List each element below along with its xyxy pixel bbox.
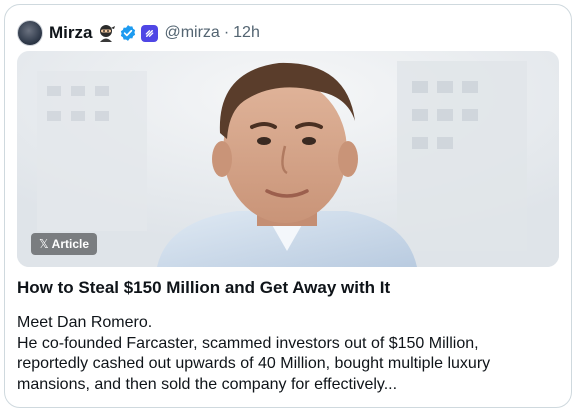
article-cover-image[interactable]: 𝕏 Article xyxy=(17,51,559,267)
article-preview-text: Meet Dan Romero. He co-founded Farcaster… xyxy=(17,313,563,395)
farcaster-icon[interactable] xyxy=(141,24,159,42)
author-avatar[interactable] xyxy=(17,20,43,46)
verified-badge-icon[interactable] xyxy=(119,24,137,42)
x-logo-icon: 𝕏 xyxy=(39,237,49,251)
author-display-name[interactable]: Mirza xyxy=(49,23,92,43)
cover-photo xyxy=(17,51,559,267)
post-timestamp[interactable]: 12h xyxy=(233,24,260,42)
article-preview-line: reportedly cashed out upwards of 40 Mill… xyxy=(17,355,491,372)
article-title[interactable]: How to Steal $150 Million and Get Away w… xyxy=(17,277,561,299)
author-handle[interactable]: @mirza xyxy=(164,24,219,42)
article-post-card[interactable]: Mirza @mirza · 12h 𝕏 Article How to Stea… xyxy=(4,4,572,408)
article-preview-line: He co-founded Farcaster, scammed investo… xyxy=(17,334,479,352)
article-preview-line: mansions, and then sold the company for … xyxy=(17,375,398,393)
ninja-emoji-icon xyxy=(96,23,116,43)
post-header: Mirza @mirza · 12h xyxy=(17,19,260,47)
article-badge-label: Article xyxy=(51,237,90,251)
article-preview-line: Meet Dan Romero. xyxy=(17,314,153,331)
article-badge: 𝕏 Article xyxy=(31,233,98,255)
meta-separator: · xyxy=(223,24,230,41)
